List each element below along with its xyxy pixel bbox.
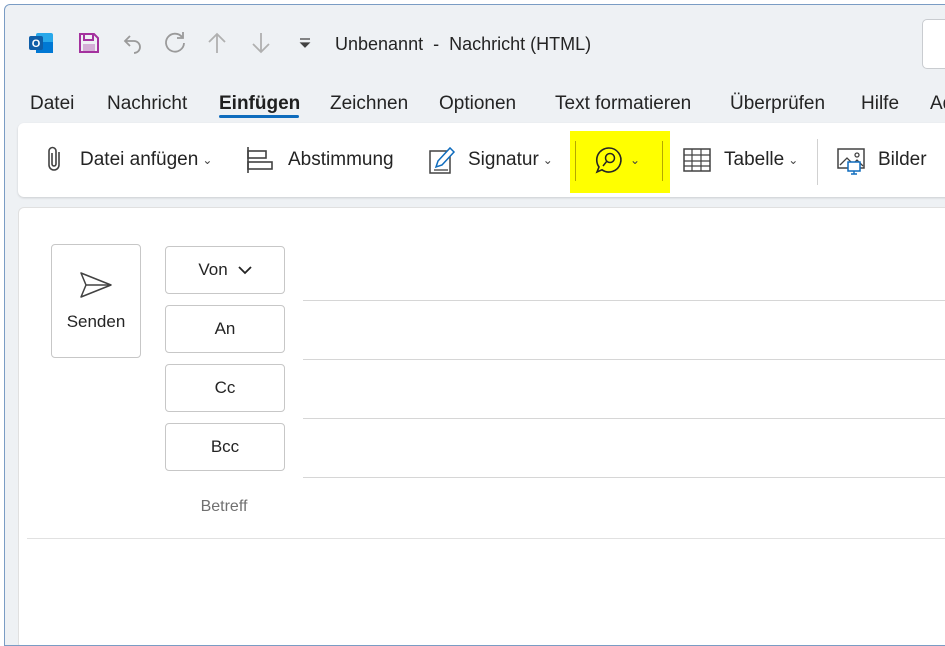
send-label: Senden <box>66 312 126 331</box>
tab-optionen[interactable]: Optionen <box>439 93 516 115</box>
redo-icon[interactable] <box>161 29 189 57</box>
to-field-line[interactable] <box>303 359 945 360</box>
chevron-down-icon: ⌄ <box>202 153 213 167</box>
subject-label: Betreff <box>200 498 248 515</box>
pictures-label: Bilder <box>878 149 927 170</box>
ribbon-divider <box>575 141 576 181</box>
customize-toolbar-icon[interactable] <box>291 29 319 57</box>
chevron-down-icon <box>238 265 252 275</box>
picture-icon <box>836 145 866 175</box>
save-icon[interactable] <box>75 29 103 57</box>
tab-text-formatieren[interactable]: Text formatieren <box>555 93 691 115</box>
tab-add-ins[interactable]: Ad <box>930 93 945 115</box>
signature-button[interactable]: Signatur ⌄ <box>428 123 553 197</box>
paperclip-icon <box>44 145 66 175</box>
table-button[interactable]: Tabelle ⌄ <box>682 123 798 197</box>
cc-field-line[interactable] <box>303 418 945 419</box>
loop-chat-icon <box>594 145 624 175</box>
ribbon-divider <box>662 141 663 181</box>
signature-pen-icon <box>428 145 456 175</box>
window-title: Unbenannt - Nachricht (HTML) <box>335 34 592 54</box>
search-box[interactable] <box>922 19 945 69</box>
from-field-line <box>303 300 945 301</box>
bcc-button[interactable]: Bcc <box>165 423 285 471</box>
active-tab-indicator <box>219 115 299 118</box>
tab-hilfe[interactable]: Hilfe <box>861 93 899 115</box>
loop-component-button[interactable]: ⌄ <box>594 123 640 197</box>
chevron-down-icon: ⌄ <box>630 153 641 167</box>
poll-label: Abstimmung <box>288 149 394 170</box>
table-label: Tabelle <box>724 149 785 170</box>
bcc-label: Bcc <box>210 437 240 456</box>
poll-icon <box>244 145 274 175</box>
poll-button[interactable]: Abstimmung <box>244 123 394 197</box>
outlook-message-window: O Unbenannt - Nachricht (HTML) Datei Nac… <box>4 4 945 646</box>
arrow-up-icon[interactable] <box>203 29 231 57</box>
chevron-down-icon: ⌄ <box>788 153 799 167</box>
chevron-down-icon: ⌄ <box>542 153 553 167</box>
bcc-field-line[interactable] <box>303 477 945 478</box>
send-button[interactable]: Senden <box>51 244 141 358</box>
ribbon-tabs: Datei Nachricht Einfügen Zeichnen Option… <box>5 87 945 121</box>
send-icon <box>79 270 113 300</box>
attach-file-button[interactable]: Datei anfügen ⌄ <box>44 123 212 197</box>
outlook-icon: O <box>27 29 55 57</box>
pictures-button[interactable]: Bilder <box>836 123 927 197</box>
from-label: Von <box>198 260 228 279</box>
arrow-down-icon[interactable] <box>247 29 275 57</box>
svg-text:O: O <box>32 38 41 50</box>
attach-file-label: Datei anfügen <box>80 149 199 170</box>
ribbon-toolbar: Datei anfügen ⌄ Abstimmung Signatur ⌄ ⌄ <box>18 123 945 197</box>
to-button[interactable]: An <box>165 305 285 353</box>
table-icon <box>682 146 712 174</box>
signature-label: Signatur <box>468 149 539 170</box>
title-bar: O Unbenannt - Nachricht (HTML) <box>5 5 945 77</box>
cc-label: Cc <box>214 378 236 397</box>
tab-datei[interactable]: Datei <box>30 93 74 115</box>
to-label: An <box>214 319 236 338</box>
tab-ueberpruefen[interactable]: Überprüfen <box>730 93 825 115</box>
subject-field-line[interactable] <box>27 538 945 539</box>
tab-einfuegen[interactable]: Einfügen <box>219 93 300 115</box>
tab-zeichnen[interactable]: Zeichnen <box>330 93 408 115</box>
cc-button[interactable]: Cc <box>165 364 285 412</box>
undo-icon[interactable] <box>119 29 147 57</box>
ribbon-divider <box>817 139 818 185</box>
tab-nachricht[interactable]: Nachricht <box>107 93 187 115</box>
from-button[interactable]: Von <box>165 246 285 294</box>
compose-pane: Senden Von An Cc Bcc Betreff <box>18 207 945 645</box>
